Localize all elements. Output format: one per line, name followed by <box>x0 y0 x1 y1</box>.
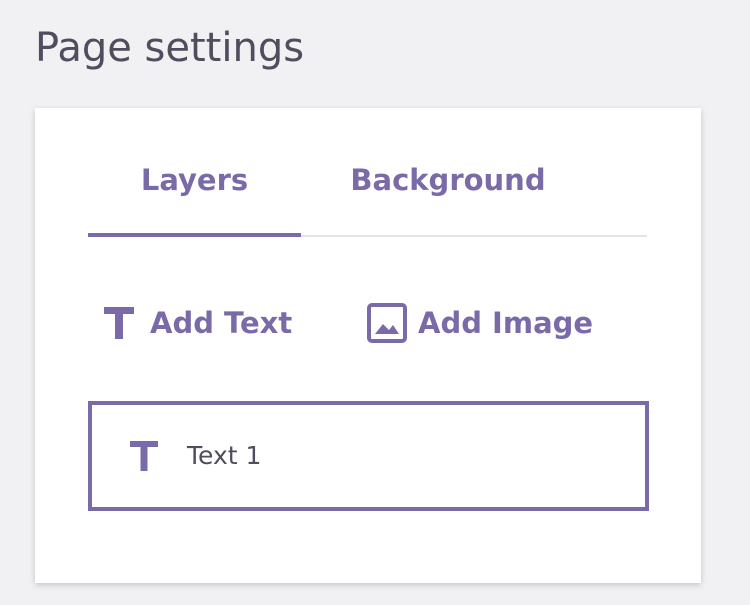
settings-panel: Layers Background Add Text Add Image Tex… <box>35 108 701 583</box>
layer-item[interactable]: Text 1 <box>88 401 649 511</box>
add-image-button[interactable]: Add Image <box>366 298 593 348</box>
tab-layers[interactable]: Layers <box>88 160 301 200</box>
image-icon <box>366 302 408 344</box>
add-text-label: Add Text <box>150 306 293 340</box>
text-t-icon <box>98 302 140 344</box>
tab-background[interactable]: Background <box>338 160 558 200</box>
add-text-button[interactable]: Add Text <box>98 298 292 348</box>
text-t-icon <box>127 437 161 475</box>
page-title: Page settings <box>35 25 305 71</box>
layer-label: Text 1 <box>187 441 262 470</box>
add-image-label: Add Image <box>418 306 594 340</box>
active-tab-indicator <box>88 233 301 237</box>
tab-bar: Layers Background <box>88 108 647 237</box>
